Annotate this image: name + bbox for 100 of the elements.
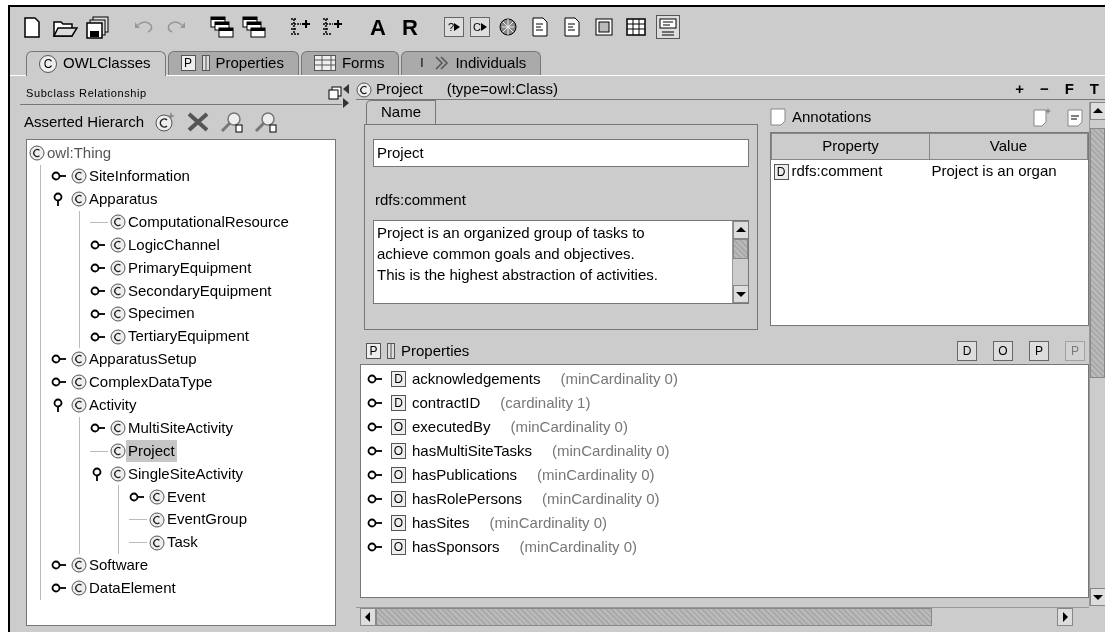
header-action-button[interactable]: F [1064, 78, 1074, 101]
tree-item[interactable]: SiteInformation [87, 165, 192, 188]
tree-item[interactable]: Project [126, 439, 177, 463]
columns-icon [201, 55, 210, 71]
scrollbar-thumb[interactable] [1090, 128, 1105, 378]
class-icon [71, 580, 87, 597]
expand-toggle-icon[interactable] [367, 516, 385, 530]
panel-header: Subclass Relationship [26, 86, 147, 101]
tree-item[interactable]: Specimen [126, 302, 197, 325]
play-icon [454, 23, 461, 31]
window-icon[interactable] [595, 18, 613, 36]
name-tab[interactable]: Name [366, 100, 436, 124]
columns-icon [387, 343, 395, 359]
toolbar-button[interactable]: C [470, 17, 490, 37]
property-restriction: (minCardinality 0) [552, 440, 670, 461]
header-action-button[interactable]: − [1039, 78, 1049, 101]
column-header[interactable]: Value [929, 133, 1088, 159]
property-name[interactable]: hasRolePersons [412, 487, 523, 511]
name-field[interactable]: Project [373, 138, 749, 167]
column-header[interactable]: Property [771, 133, 930, 159]
expand-right-icon[interactable] [342, 98, 350, 108]
help-icon[interactable] [656, 15, 680, 39]
tree-item[interactable]: LogicChannel [126, 233, 222, 257]
scroll-left-icon[interactable] [360, 608, 376, 626]
search-icon[interactable] [220, 110, 245, 133]
scroll-right-icon[interactable] [1057, 608, 1073, 626]
class-icon [71, 557, 87, 574]
class-icon [71, 168, 87, 185]
tab[interactable]: I Individuals [401, 51, 542, 75]
windows-icon[interactable] [242, 16, 266, 38]
tree-item[interactable]: SecondaryEquipment [126, 279, 274, 303]
tab[interactable]: Forms [300, 51, 400, 75]
header-action-button[interactable]: + [1015, 78, 1024, 101]
new-document-icon[interactable] [21, 15, 43, 39]
document-icon[interactable] [563, 16, 581, 38]
property-restriction: (minCardinality 0) [560, 368, 678, 389]
tree-item[interactable]: Event [165, 485, 208, 509]
tree-item[interactable]: EventGroup [165, 508, 250, 531]
collapse-left-icon[interactable] [342, 84, 350, 94]
scrollbar-thumb[interactable] [376, 608, 933, 626]
tree-item[interactable]: MultiSiteActivity [126, 416, 236, 440]
search-icon[interactable] [254, 110, 279, 133]
scroll-down-icon[interactable] [733, 284, 748, 303]
property-type-icon: D [391, 395, 406, 411]
property-name[interactable]: hasSites [412, 511, 470, 535]
expand-toggle-icon[interactable] [367, 540, 385, 554]
table-icon[interactable] [626, 18, 646, 36]
tree-item[interactable]: Software [87, 554, 151, 577]
property-restriction: (minCardinality 0) [537, 464, 655, 485]
comment-field[interactable]: Project is an organized group of tasks to achieve common goals and objectives. This is the highest abstraction of activities. [373, 219, 749, 304]
tree-item[interactable]: owl:Thing [45, 142, 114, 165]
property-name[interactable]: executedBy [412, 415, 491, 439]
expand-toggle-icon[interactable] [90, 238, 108, 252]
tool-button[interactable]: O [993, 341, 1013, 361]
property-name[interactable]: contractID [412, 391, 481, 415]
header-action-button[interactable]: T [1089, 78, 1099, 101]
create-class-icon[interactable] [154, 110, 177, 133]
expand-toggle-icon[interactable] [367, 372, 385, 386]
toolbar-button[interactable]: R [398, 14, 422, 40]
table-cell: rdfs:comment [791, 161, 883, 179]
restore-icon[interactable] [328, 86, 342, 101]
tree-item[interactable]: PrimaryEquipment [126, 256, 254, 280]
document-icon[interactable] [1067, 107, 1085, 127]
gem-icon[interactable] [498, 16, 518, 38]
document-icon[interactable] [531, 16, 549, 38]
tree-item[interactable]: ComputationalResource [126, 210, 291, 234]
property-name[interactable]: hasPublications [412, 463, 518, 487]
tree-item[interactable]: ApparatusSetup [87, 348, 199, 371]
tab[interactable]: C OWLClasses [26, 51, 166, 76]
comment-text: achieve common goals and objectives. [377, 243, 636, 264]
expand-toggle-icon[interactable] [367, 492, 385, 506]
scroll-up-icon[interactable] [1090, 102, 1105, 120]
tree-item[interactable]: Apparatus [87, 187, 160, 211]
property-type-icon: O [391, 443, 406, 459]
tool-button[interactable]: P [1029, 341, 1049, 361]
expand-toggle-icon[interactable] [367, 444, 385, 458]
tab[interactable]: P Properties [167, 51, 299, 75]
property-type-icon: O [391, 467, 406, 483]
property-name[interactable]: hasMultiSiteTasks [412, 439, 533, 463]
tree-item[interactable]: SingleSiteActivity [126, 462, 246, 486]
scroll-down-icon[interactable] [1090, 588, 1105, 606]
tree-item[interactable]: TertiaryEquipment [126, 325, 251, 348]
tree-item[interactable]: ComplexDataType [87, 371, 215, 394]
tree-item[interactable]: DataElement [87, 577, 178, 600]
property-name[interactable]: hasSponsors [412, 535, 500, 559]
tree-item[interactable]: Activity [87, 394, 139, 417]
scroll-up-icon[interactable] [733, 220, 748, 239]
expand-toggle-icon[interactable] [367, 420, 385, 434]
delete-icon[interactable] [186, 110, 211, 133]
tree-item[interactable]: Task [165, 531, 200, 554]
class-icon [110, 443, 126, 459]
tool-button[interactable]: D [957, 341, 977, 361]
toolbar-button[interactable]: A [366, 14, 390, 40]
expand-toggle-icon[interactable] [367, 468, 385, 482]
toolbar-button[interactable]: ? [444, 17, 464, 37]
expand-toggle-icon[interactable] [367, 396, 385, 410]
new-annotation-icon[interactable] [1033, 107, 1051, 127]
save-icon[interactable] [86, 15, 110, 39]
property-name[interactable]: acknowledgements [412, 367, 541, 391]
windows-icon[interactable] [210, 16, 234, 38]
